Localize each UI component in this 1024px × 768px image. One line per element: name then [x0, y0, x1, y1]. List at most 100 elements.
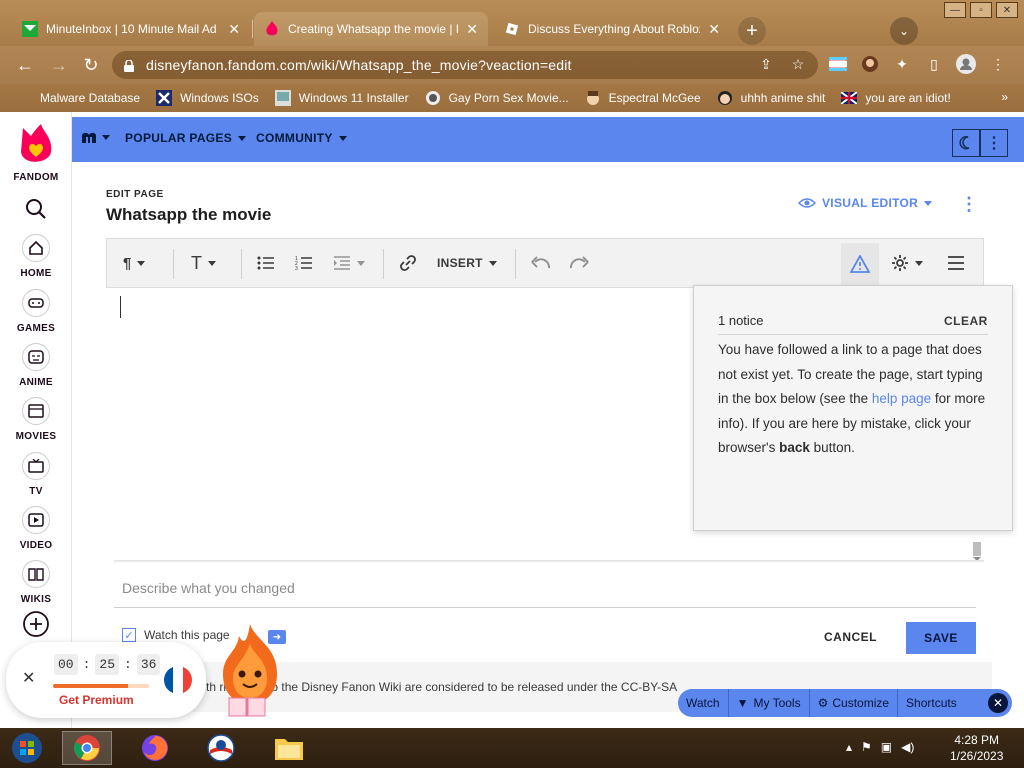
- share-icon[interactable]: ⇪: [756, 54, 776, 74]
- tab-creating-whatsapp[interactable]: Creating Whatsapp the movie | D ✕: [254, 12, 488, 46]
- forward-button[interactable]: →: [48, 54, 70, 76]
- reload-button[interactable]: ↻: [80, 54, 102, 76]
- taskbar-chrome[interactable]: [62, 731, 112, 765]
- svg-text:3: 3: [295, 266, 298, 271]
- tab-close-icon[interactable]: ✕: [708, 21, 720, 38]
- tab-close-icon[interactable]: ✕: [466, 21, 478, 38]
- notices-button[interactable]: [841, 243, 879, 285]
- numbered-list-button[interactable]: 123: [295, 252, 313, 274]
- extension-flag-icon[interactable]: [828, 54, 848, 74]
- installer-icon: [274, 90, 291, 106]
- action-center-flag-icon[interactable]: ⚑: [861, 740, 872, 754]
- address-bar-row: ← → ↻ disneyfanon.fandom.com/wiki/Whatsa…: [0, 46, 1024, 84]
- checkbox-checked-icon: ✓: [122, 628, 136, 642]
- back-button[interactable]: ←: [14, 54, 36, 76]
- hamburger-menu-button[interactable]: [947, 252, 965, 274]
- taskbar-clock[interactable]: 4:28 PM 1/26/2023: [950, 732, 1003, 764]
- my-tools-menu[interactable]: ▼ My Tools: [729, 689, 810, 717]
- community-menu[interactable]: COMMUNITY: [256, 131, 347, 145]
- roblox-favicon-icon: [504, 21, 520, 37]
- shortcuts-button[interactable]: Shortcuts: [898, 689, 965, 717]
- bookmark-gay-porn-sex-movie[interactable]: Gay Porn Sex Movie...: [425, 90, 569, 106]
- taskbar-file-explorer[interactable]: [264, 731, 314, 765]
- bookmark-anime[interactable]: uhhh anime shit: [717, 90, 826, 106]
- insert-menu[interactable]: INSERT: [437, 252, 497, 274]
- maximize-button[interactable]: ▫: [970, 2, 992, 18]
- wiki-tools-bar: Watch ▼ My Tools ⚙ Customize Shortcuts ✕: [678, 689, 1012, 717]
- volume-icon[interactable]: ◀): [901, 740, 914, 754]
- timer-progress-fill: [53, 684, 128, 688]
- wiki-tools-menu[interactable]: ⋮: [980, 129, 1008, 157]
- dark-mode-toggle[interactable]: [952, 129, 980, 157]
- bookmark-label: uhhh anime shit: [740, 91, 826, 105]
- minimize-button[interactable]: —: [944, 2, 966, 18]
- bookmark-label: Windows 11 Installer: [298, 91, 409, 105]
- watch-this-page-checkbox[interactable]: ✓ Watch this page: [122, 628, 230, 642]
- obama-logo-icon: [207, 734, 235, 762]
- tab-minuteinbox[interactable]: MinuteInbox | 10 Minute Mail Ad ✕: [12, 12, 250, 46]
- cancel-button[interactable]: CANCEL: [824, 630, 877, 644]
- close-window-button[interactable]: ✕: [996, 2, 1018, 18]
- window-controls: — ▫ ✕: [944, 2, 1018, 18]
- tray-overflow-icon[interactable]: ▴: [846, 740, 852, 754]
- get-premium-button[interactable]: Get Premium: [59, 693, 134, 707]
- visual-editor-switch[interactable]: VISUAL EDITOR: [798, 196, 933, 210]
- bookmark-you-are-an-idiot[interactable]: you are an idiot!: [841, 90, 951, 106]
- search-button[interactable]: [0, 198, 72, 220]
- browser-menu-icon[interactable]: ⋮: [988, 54, 1008, 74]
- rail-item-video[interactable]: VIDEO: [0, 506, 72, 551]
- popular-pages-menu[interactable]: POPULAR PAGES: [125, 131, 247, 145]
- bookmarks-overflow-button[interactable]: »: [1001, 90, 1008, 104]
- bookmark-windows-11-installer[interactable]: Windows 11 Installer: [274, 90, 409, 106]
- bookmark-star-icon[interactable]: ☆: [788, 54, 808, 74]
- taskbar-obama-app[interactable]: [196, 731, 246, 765]
- paragraph-format-button[interactable]: ¶: [123, 252, 146, 274]
- customize-button[interactable]: ⚙ Customize: [810, 689, 899, 717]
- close-toolbar-icon[interactable]: ✕: [988, 693, 1008, 713]
- profile-icon[interactable]: [956, 54, 976, 74]
- extensions-puzzle-icon[interactable]: ✦: [892, 54, 912, 74]
- bullet-list-button[interactable]: [257, 252, 275, 274]
- login-arrow-icon[interactable]: ➜: [268, 630, 286, 644]
- toolbar-divider: [515, 249, 516, 279]
- indent-button[interactable]: [333, 252, 365, 274]
- save-button[interactable]: SAVE: [906, 622, 976, 654]
- rail-item-movies[interactable]: MOVIES: [0, 397, 72, 442]
- close-icon[interactable]: ✕: [22, 668, 35, 688]
- bookmark-windows-isos[interactable]: Windows ISOs: [156, 90, 259, 106]
- create-wiki-button[interactable]: [0, 610, 72, 638]
- rail-item-wikis[interactable]: WIKIS: [0, 560, 72, 605]
- page-options-button[interactable]: [891, 252, 923, 274]
- rail-item-games[interactable]: GAMES: [0, 289, 72, 334]
- undo-button[interactable]: [531, 252, 551, 274]
- new-tab-button[interactable]: +: [738, 17, 766, 45]
- extension-avatar-icon[interactable]: [860, 54, 880, 74]
- side-panel-icon[interactable]: ▯: [924, 54, 944, 74]
- network-icon[interactable]: ▣: [881, 740, 892, 754]
- wiki-explore-menu[interactable]: [82, 131, 110, 143]
- tab-search-button[interactable]: ⌄: [890, 17, 918, 45]
- tab-close-icon[interactable]: ✕: [228, 21, 240, 38]
- start-button[interactable]: [2, 731, 52, 765]
- help-page-link[interactable]: help page: [872, 391, 931, 406]
- clear-notices-button[interactable]: CLEAR: [944, 314, 988, 328]
- anime-face-icon: [22, 343, 50, 371]
- rail-item-anime[interactable]: ANIME: [0, 343, 72, 388]
- rail-item-tv[interactable]: TV: [0, 452, 72, 497]
- link-button[interactable]: [399, 252, 417, 274]
- page-actions-menu[interactable]: ⋮: [960, 194, 978, 215]
- bookmark-malware-database[interactable]: Malware Database: [16, 90, 140, 106]
- page-title: Whatsapp the movie: [106, 205, 272, 224]
- editor-scrollbar[interactable]: [972, 542, 982, 562]
- watch-tool-button[interactable]: Watch: [678, 689, 729, 717]
- taskbar-firefox[interactable]: [130, 731, 180, 765]
- redo-button[interactable]: [569, 252, 589, 274]
- fandom-logo[interactable]: FANDOM: [0, 124, 72, 183]
- rail-item-home[interactable]: HOME: [0, 234, 72, 279]
- bookmark-espectral-mcgee[interactable]: Espectral McGee: [585, 90, 701, 106]
- insert-label: INSERT: [437, 256, 483, 270]
- url-field[interactable]: disneyfanon.fandom.com/wiki/Whatsapp_the…: [112, 51, 818, 79]
- edit-summary-input[interactable]: Describe what you changed: [114, 570, 976, 608]
- text-style-button[interactable]: T: [191, 252, 216, 274]
- tab-roblox[interactable]: Discuss Everything About Roblox ✕: [494, 12, 730, 46]
